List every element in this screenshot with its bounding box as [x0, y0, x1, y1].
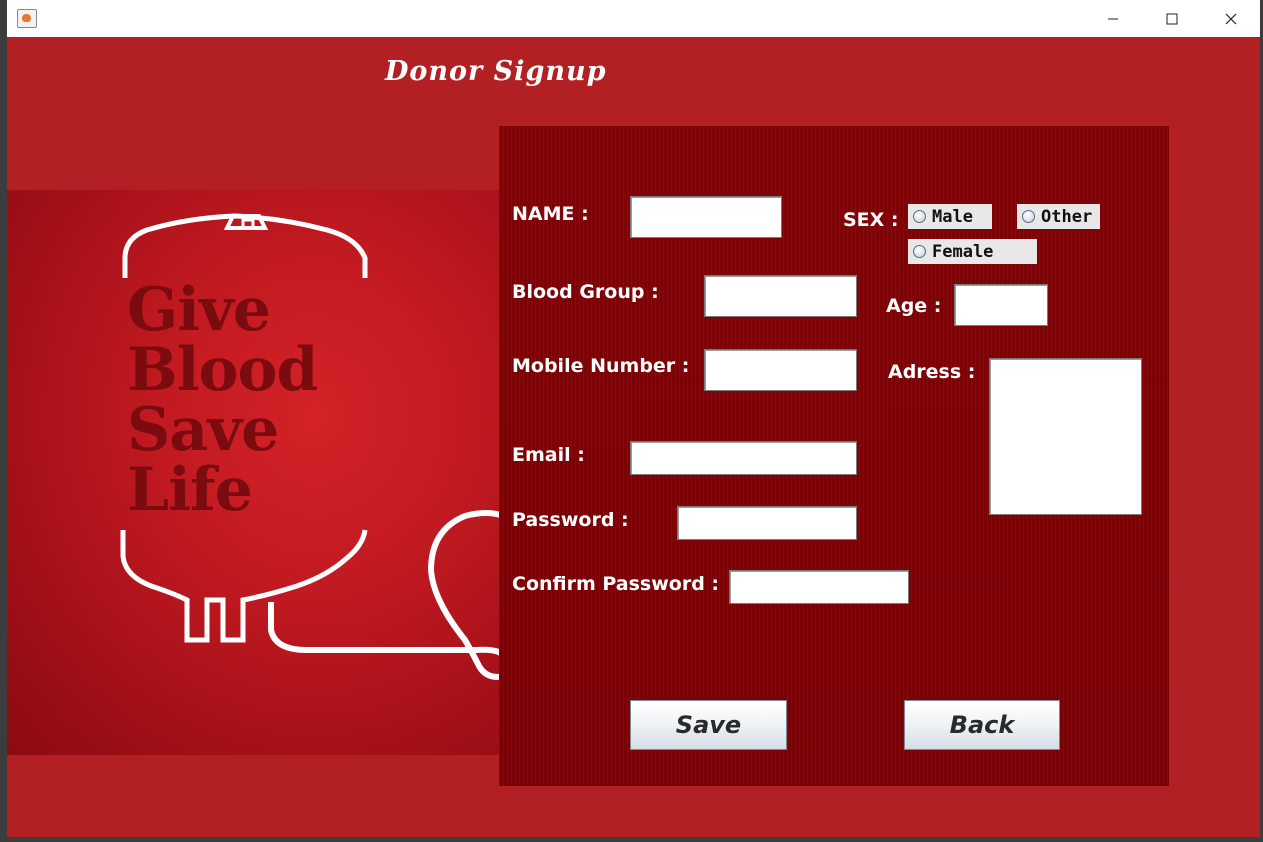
- title-bar: [7, 0, 1260, 37]
- poster-line-blood: Blood: [127, 335, 319, 405]
- sex-radio-male[interactable]: Male: [908, 204, 992, 229]
- app-window: Donor Signup Give Blood Save Life NAME :…: [7, 0, 1260, 837]
- sex-radio-other[interactable]: Other: [1017, 204, 1100, 229]
- password-input[interactable]: [677, 506, 857, 540]
- name-input[interactable]: [630, 196, 782, 238]
- sex-radio-female[interactable]: Female: [908, 239, 1037, 264]
- email-input[interactable]: [630, 441, 857, 475]
- confirm-password-label: Confirm Password :: [512, 573, 720, 595]
- sex-radio-male-label: Male: [932, 206, 973, 227]
- maximize-icon: [1166, 13, 1178, 25]
- age-input[interactable]: [954, 284, 1048, 326]
- radio-circle-icon: [913, 210, 926, 223]
- password-label: Password :: [512, 509, 629, 531]
- address-textarea[interactable]: [989, 358, 1142, 515]
- close-button[interactable]: [1208, 0, 1254, 37]
- give-blood-poster: Give Blood Save Life: [7, 190, 504, 755]
- poster-line-life: Life: [127, 455, 253, 525]
- minimize-button[interactable]: [1090, 0, 1136, 37]
- name-label: NAME :: [512, 203, 589, 225]
- java-app-icon: [17, 9, 37, 28]
- blood-group-label: Blood Group :: [512, 281, 659, 303]
- radio-circle-icon: [1022, 210, 1035, 223]
- minimize-icon: [1107, 13, 1119, 25]
- back-button[interactable]: Back: [904, 700, 1060, 750]
- page-title: Donor Signup: [385, 56, 607, 87]
- poster-slogan: Give Blood Save Life: [127, 280, 377, 520]
- sex-radio-female-label: Female: [932, 241, 994, 262]
- address-label: Adress :: [888, 361, 976, 383]
- close-icon: [1225, 13, 1237, 25]
- signup-form-panel: NAME : Blood Group : Mobile Number : Ema…: [499, 126, 1169, 786]
- mobile-number-input[interactable]: [704, 349, 857, 391]
- radio-circle-icon: [913, 245, 926, 258]
- sex-radio-other-label: Other: [1041, 206, 1093, 227]
- poster-line-give: Give: [127, 275, 271, 345]
- maximize-button[interactable]: [1149, 0, 1195, 37]
- blood-group-input[interactable]: [704, 275, 857, 317]
- save-button[interactable]: Save: [630, 700, 787, 750]
- confirm-password-input[interactable]: [729, 570, 909, 604]
- age-label: Age :: [886, 295, 942, 317]
- email-label: Email :: [512, 444, 585, 466]
- sex-label: SEX :: [843, 209, 899, 231]
- poster-line-save: Save: [127, 395, 279, 465]
- mobile-number-label: Mobile Number :: [512, 355, 690, 377]
